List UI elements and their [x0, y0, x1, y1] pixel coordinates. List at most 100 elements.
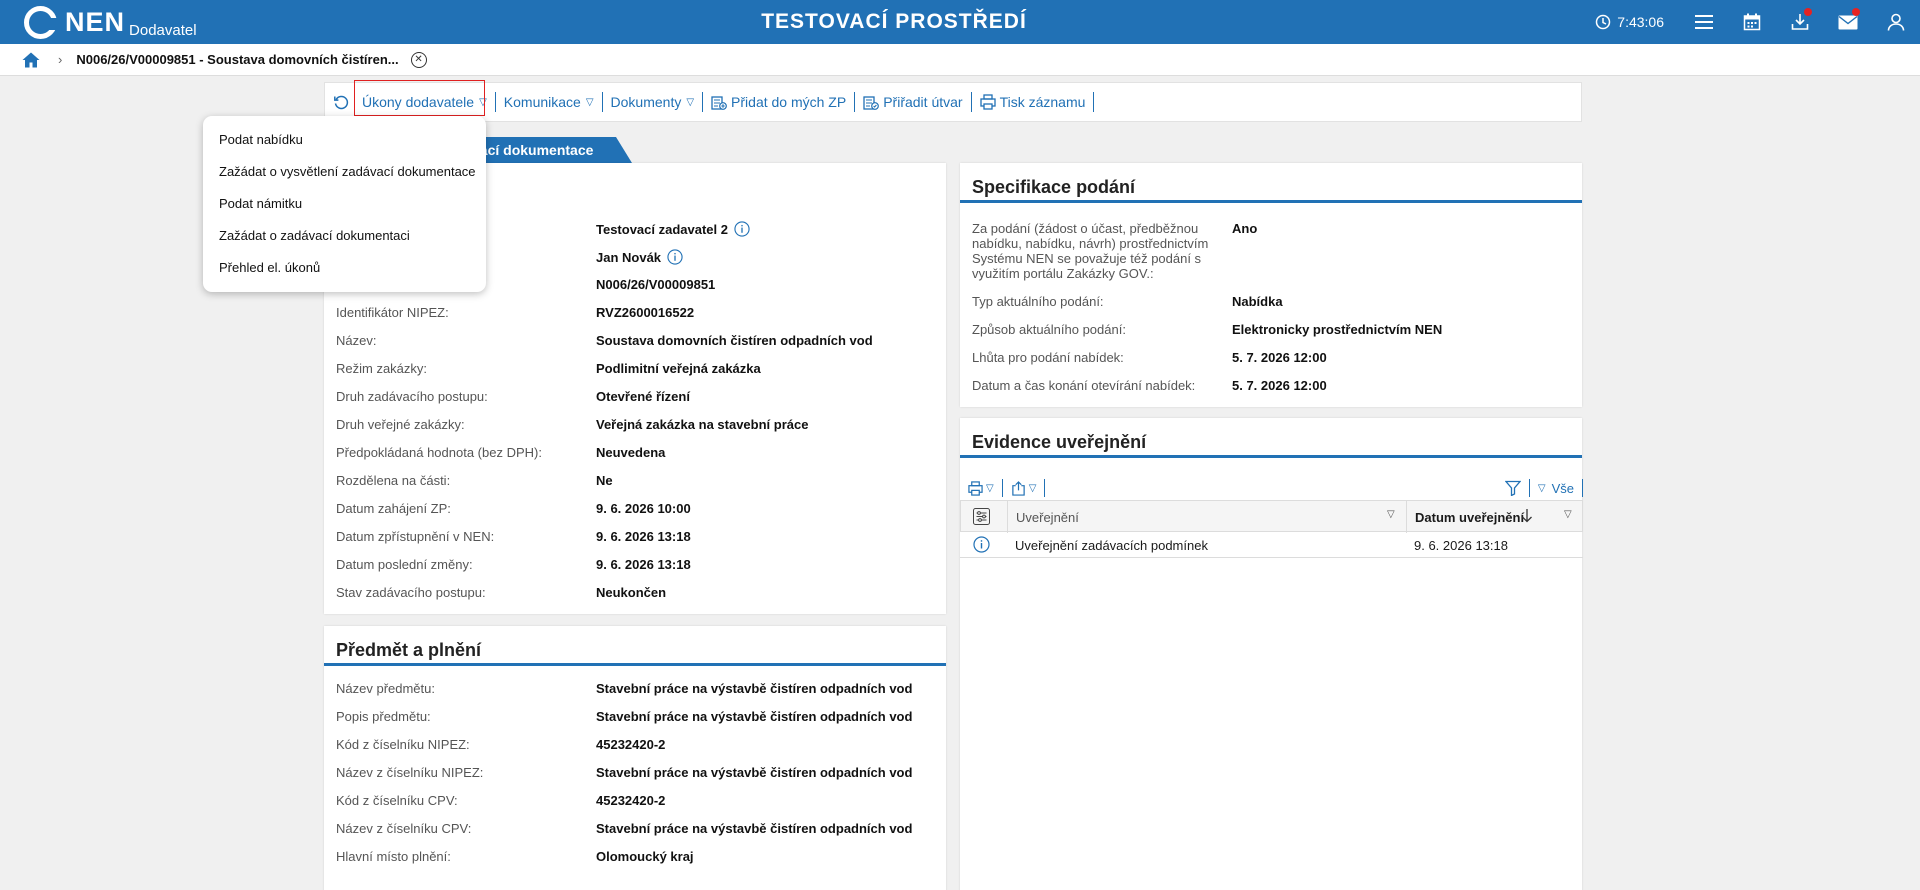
field-value: Ne [596, 473, 613, 488]
caret-down-icon: ▽ [585, 96, 594, 108]
supplier-actions-dropdown[interactable]: Úkony dodavatele ▽ [354, 92, 496, 112]
add-to-my-zp-button[interactable]: Přidat do mých ZP [703, 92, 856, 112]
field-value: 5. 7. 2026 12:00 [1232, 378, 1327, 393]
print-record-button[interactable]: Tisk záznamu [972, 92, 1095, 112]
field-value-text: Stavební práce na výstavbě čistíren odpa… [596, 765, 913, 780]
spec-key-line: Za podání (žádost o účast, předběžnou [972, 221, 1199, 236]
user-icon [1887, 13, 1905, 31]
caret-down-icon: ▽ [1028, 482, 1037, 494]
breadcrumb-title[interactable]: N006/26/V00009851 - Soustava domovních č… [76, 52, 398, 67]
column-divider [1406, 501, 1407, 533]
field-value-text: Olomoucký kraj [596, 849, 694, 864]
field-label: Datum zpřístupnění v NEN: [336, 529, 495, 544]
caret-down-icon: ▽ [686, 96, 695, 108]
field-label: Lhůta pro podání nabídek: [972, 350, 1124, 365]
filter-all-label: Vše [1551, 480, 1574, 496]
menu-item-electronic-actions-overview[interactable]: Přehled el. úkonů [203, 252, 486, 284]
field-value-text: 9. 6. 2026 13:18 [596, 557, 691, 572]
field-value-text: 45232420-2 [596, 737, 666, 752]
menu-item-submit-offer[interactable]: Podat nabídku [203, 124, 486, 156]
sort-down-icon[interactable] [1521, 508, 1533, 526]
close-tab-icon[interactable]: ✕ [410, 51, 427, 68]
user-button[interactable] [1872, 0, 1920, 44]
publication-date-cell: 9. 6. 2026 13:18 [1414, 538, 1508, 553]
field-value: 9. 6. 2026 10:00 [596, 501, 691, 516]
calendar-button[interactable] [1728, 0, 1776, 44]
field-label: Kód z číselníku CPV: [336, 793, 458, 808]
field-value-text: Ne [596, 473, 613, 488]
field-value-text: Neuvedena [596, 445, 666, 460]
column-divider [1007, 501, 1008, 533]
field-value: Podlimitní veřejná zakázka [596, 361, 761, 376]
field-value: RVZ2600016522 [596, 305, 694, 320]
field-label: Typ aktuálního podání: [972, 294, 1104, 309]
download-button[interactable] [1776, 0, 1824, 44]
print-table-button[interactable]: ▽ [960, 479, 1003, 497]
messages-button[interactable] [1824, 0, 1872, 44]
field-value-text: Stavební práce na výstavbě čistíren odpa… [596, 709, 913, 724]
filter-all-dropdown[interactable]: ▽ Vše [1530, 479, 1583, 497]
calendar-icon [1743, 13, 1761, 31]
info-icon[interactable] [667, 249, 683, 265]
field-value: Stavební práce na výstavbě čistíren odpa… [596, 765, 912, 780]
refresh-button[interactable] [333, 94, 350, 111]
menu-item-request-clarification[interactable]: Zažádat o vysvětlení zadávací dokumentac… [203, 156, 486, 188]
field-label: Popis předmětu: [336, 709, 431, 724]
column-settings-icon[interactable] [973, 508, 990, 528]
field-label: Hlavní místo plnění: [336, 849, 451, 864]
publication-name-cell: Uveřejnění zadávacích podmínek [1015, 538, 1208, 553]
column-filter-icon[interactable]: ▽ [1387, 509, 1395, 520]
field-label: Název z číselníku CPV: [336, 821, 472, 836]
messages-badge [1852, 8, 1860, 16]
field-value-text: 45232420-2 [596, 793, 666, 808]
field-value-text: RVZ2600016522 [596, 305, 695, 320]
field-value: Olomoucký kraj [596, 849, 694, 864]
field-label: Datum poslední změny: [336, 557, 473, 572]
print-icon [968, 480, 983, 496]
spec-key-portal: Za podání (žádost o účast, předběžnou na… [972, 221, 1208, 281]
field-label: Datum zahájení ZP: [336, 501, 451, 516]
assign-unit-icon [863, 96, 880, 110]
menu-item-file-objection[interactable]: Podat námitku [203, 188, 486, 220]
info-icon[interactable] [734, 221, 750, 237]
field-value-text: Testovací zadavatel 2 [596, 221, 728, 237]
clock-icon [1596, 14, 1611, 30]
filter-button[interactable] [1497, 479, 1530, 497]
info-icon[interactable] [973, 536, 990, 556]
home-button[interactable] [22, 52, 40, 68]
export-button[interactable]: ▽ [1003, 479, 1046, 497]
field-value-text: 5. 7. 2026 12:00 [1232, 350, 1327, 365]
clock-time: 7:43:06 [1617, 14, 1664, 30]
field-value: Otevřené řízení [596, 389, 690, 404]
menu-item-request-documentation[interactable]: Zažádat o zadávací dokumentaci [203, 220, 486, 252]
subject-panel: Předmět a plnění Název předmětu: Stavební… [324, 626, 946, 890]
assign-unit-button[interactable]: Přiřadit útvar [855, 92, 972, 112]
documents-dropdown[interactable]: Dokumenty ▽ [603, 92, 704, 112]
field-label: Předpokládaná hodnota (bez DPH): [336, 445, 542, 460]
field-label: Název předmětu: [336, 681, 435, 696]
field-value: Stavební práce na výstavbě čistíren odpa… [596, 821, 912, 836]
header-actions: 7:43:06 [1595, 0, 1920, 44]
field-label: Druh zadávacího postupu: [336, 389, 488, 404]
hamburger-icon [1695, 15, 1713, 29]
record-toolbar: Úkony dodavatele ▽ Komunikace ▽ Dokumenty ▽… [324, 82, 1582, 122]
column-header-date[interactable]: Datum uveřejnění [1415, 510, 1524, 525]
field-value: 5. 7. 2026 12:00 [1232, 350, 1327, 365]
filter-icon [1504, 480, 1521, 496]
field-label: Rozdělena na části: [336, 473, 451, 488]
documents-label: Dokumenty [610, 94, 682, 110]
caret-down-icon: ▽ [986, 482, 994, 494]
menu-button[interactable] [1680, 0, 1728, 44]
table-row[interactable]: Uveřejnění zadávacích podmínek 9. 6. 202… [960, 532, 1583, 558]
submission-spec-title: Specifikace podání [960, 163, 1582, 203]
refresh-icon [334, 95, 349, 109]
field-value: Veřejná zakázka na stavební práce [596, 417, 808, 432]
submission-spec-list: Za podání (žádost o účast, předběžnou na… [972, 221, 1572, 401]
communication-dropdown[interactable]: Komunikace ▽ [496, 92, 603, 112]
column-header-publication[interactable]: Uveřejnění [1016, 510, 1079, 525]
publication-title: Evidence uveřejnění [960, 418, 1582, 458]
field-value-text: Soustava domovních čistíren odpadních vo… [596, 333, 873, 348]
field-value: Stavební práce na výstavbě čistíren odpa… [596, 709, 912, 724]
field-value: Elektronicky prostřednictvím NEN [1232, 322, 1442, 337]
column-filter-icon[interactable]: ▽ [1564, 509, 1572, 520]
